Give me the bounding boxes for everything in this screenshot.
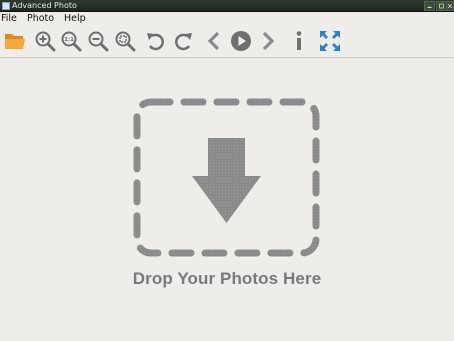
menu-help[interactable]: Help: [64, 13, 86, 25]
rotate-right-button[interactable]: [171, 29, 195, 53]
info-button[interactable]: [287, 29, 311, 53]
zoom-actual-size-icon: 1:1: [61, 31, 82, 52]
zoom-fit-icon: [115, 31, 136, 52]
menu-file[interactable]: File: [1, 13, 17, 25]
rotate-left-icon: [147, 33, 164, 51]
zoom-out-button[interactable]: [86, 29, 110, 53]
info-icon: [296, 31, 302, 50]
rotate-left-button[interactable]: [144, 29, 168, 53]
zoom-in-icon: [35, 31, 56, 52]
open-folder-button[interactable]: [3, 29, 27, 53]
close-button[interactable]: [446, 1, 454, 11]
next-icon: [262, 31, 275, 51]
zoom-fit-button[interactable]: [113, 29, 137, 53]
previous-button[interactable]: [203, 29, 227, 53]
window-title: Advanced Photo: [12, 1, 77, 10]
app-icon: [2, 2, 10, 10]
folder-open-icon: [5, 34, 25, 49]
minimize-button[interactable]: [424, 1, 435, 11]
drop-instruction-text: Drop Your Photos Here: [132, 269, 322, 288]
window-titlebar[interactable]: Advanced Photo: [0, 0, 454, 12]
zoom-in-button[interactable]: [33, 29, 57, 53]
zoom-actual-size-label: 1:1: [64, 37, 74, 43]
menu-bar: File Photo Help: [0, 12, 454, 26]
play-slideshow-button[interactable]: [229, 29, 253, 53]
zoom-out-icon: [88, 31, 109, 52]
previous-icon: [207, 31, 220, 51]
toolbar: 1:1: [0, 26, 454, 58]
fullscreen-button[interactable]: [318, 29, 342, 53]
next-button[interactable]: [255, 29, 279, 53]
menu-photo[interactable]: Photo: [27, 13, 54, 25]
play-slideshow-icon: [231, 31, 251, 51]
drop-arrow-icon: [133, 98, 320, 257]
fullscreen-icon: [320, 31, 340, 51]
photo-drop-zone[interactable]: Drop Your Photos Here: [0, 58, 454, 341]
rotate-right-icon: [175, 33, 192, 51]
zoom-actual-size-button[interactable]: 1:1: [59, 29, 83, 53]
